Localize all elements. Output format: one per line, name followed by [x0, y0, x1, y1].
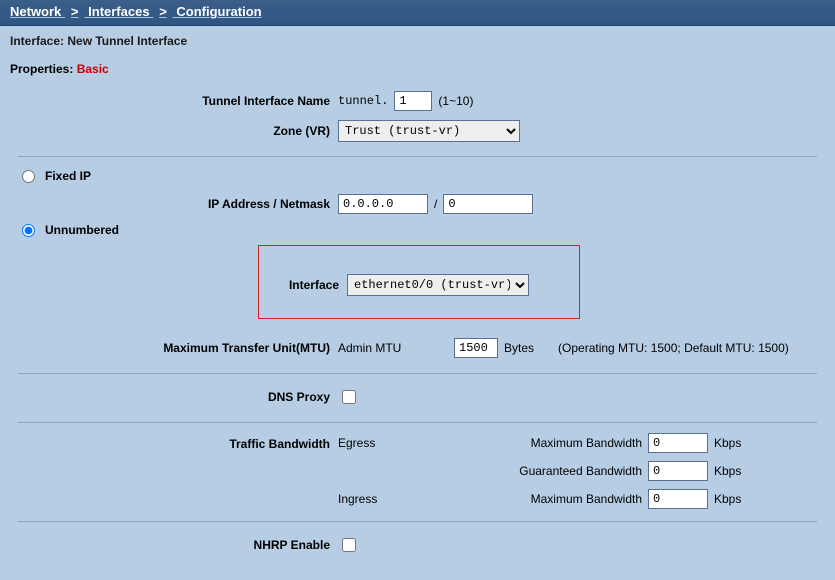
egress-max-input[interactable]: [648, 433, 708, 453]
nhrp-checkbox[interactable]: [342, 538, 356, 552]
breadcrumb-configuration[interactable]: Configuration: [176, 4, 261, 19]
traffic-bandwidth-label: Traffic Bandwidth: [18, 433, 338, 451]
breadcrumb-network[interactable]: Network: [10, 4, 61, 19]
kbps-unit: Kbps: [714, 492, 741, 506]
page-title: Interface: New Tunnel Interface: [0, 26, 835, 52]
dns-proxy-checkbox[interactable]: [342, 390, 356, 404]
tunnel-name-label: Tunnel Interface Name: [18, 94, 338, 108]
egress-label: Egress: [338, 436, 458, 450]
egress-guar-input[interactable]: [648, 461, 708, 481]
ingress-max-label: Maximum Bandwidth: [458, 492, 648, 506]
mtu-label: Maximum Transfer Unit(MTU): [18, 341, 338, 355]
unnumbered-radio-row[interactable]: Unnumbered: [18, 219, 817, 243]
tunnel-prefix: tunnel.: [338, 94, 388, 108]
unnumbered-label: Unnumbered: [45, 223, 119, 237]
interface-label: Interface: [259, 278, 347, 292]
netmask-input[interactable]: [443, 194, 533, 214]
divider: [18, 521, 817, 522]
ingress-max-input[interactable]: [648, 489, 708, 509]
tunnel-number-input[interactable]: [394, 91, 432, 111]
admin-mtu-label: Admin MTU: [338, 341, 448, 355]
zone-label: Zone (VR): [18, 124, 338, 138]
ip-address-input[interactable]: [338, 194, 428, 214]
breadcrumb-interfaces[interactable]: Interfaces: [88, 4, 149, 19]
tunnel-range: (1~10): [438, 94, 473, 108]
breadcrumb: Network > Interfaces > Configuration: [0, 0, 835, 26]
fixed-ip-radio-row[interactable]: Fixed IP: [18, 165, 817, 189]
fixed-ip-label: Fixed IP: [45, 169, 91, 183]
unnumbered-radio[interactable]: [22, 224, 35, 237]
kbps-unit: Kbps: [714, 464, 741, 478]
egress-max-label: Maximum Bandwidth: [458, 436, 648, 450]
egress-guar-label: Guaranteed Bandwidth: [458, 464, 648, 478]
interface-select[interactable]: ethernet0/0 (trust-vr): [347, 274, 529, 296]
divider: [18, 373, 817, 374]
zone-select[interactable]: Trust (trust-vr): [338, 120, 520, 142]
ingress-label: Ingress: [338, 492, 458, 506]
properties-bar: Properties: Basic: [0, 52, 835, 86]
dns-proxy-label: DNS Proxy: [18, 390, 338, 404]
ip-netmask-label: IP Address / Netmask: [18, 197, 338, 211]
kbps-unit: Kbps: [714, 436, 741, 450]
mtu-input[interactable]: [454, 338, 498, 358]
properties-mode[interactable]: Basic: [77, 62, 109, 76]
mtu-unit: Bytes: [504, 341, 534, 355]
nhrp-label: NHRP Enable: [18, 538, 338, 552]
interface-highlight: Interface ethernet0/0 (trust-vr): [258, 245, 580, 319]
properties-label: Properties:: [10, 62, 73, 76]
divider: [18, 422, 817, 423]
breadcrumb-sep: >: [71, 4, 79, 19]
netmask-slash: /: [434, 197, 437, 211]
mtu-note: (Operating MTU: 1500; Default MTU: 1500): [558, 341, 789, 355]
breadcrumb-sep: >: [159, 4, 167, 19]
fixed-ip-radio[interactable]: [22, 170, 35, 183]
divider: [18, 156, 817, 157]
